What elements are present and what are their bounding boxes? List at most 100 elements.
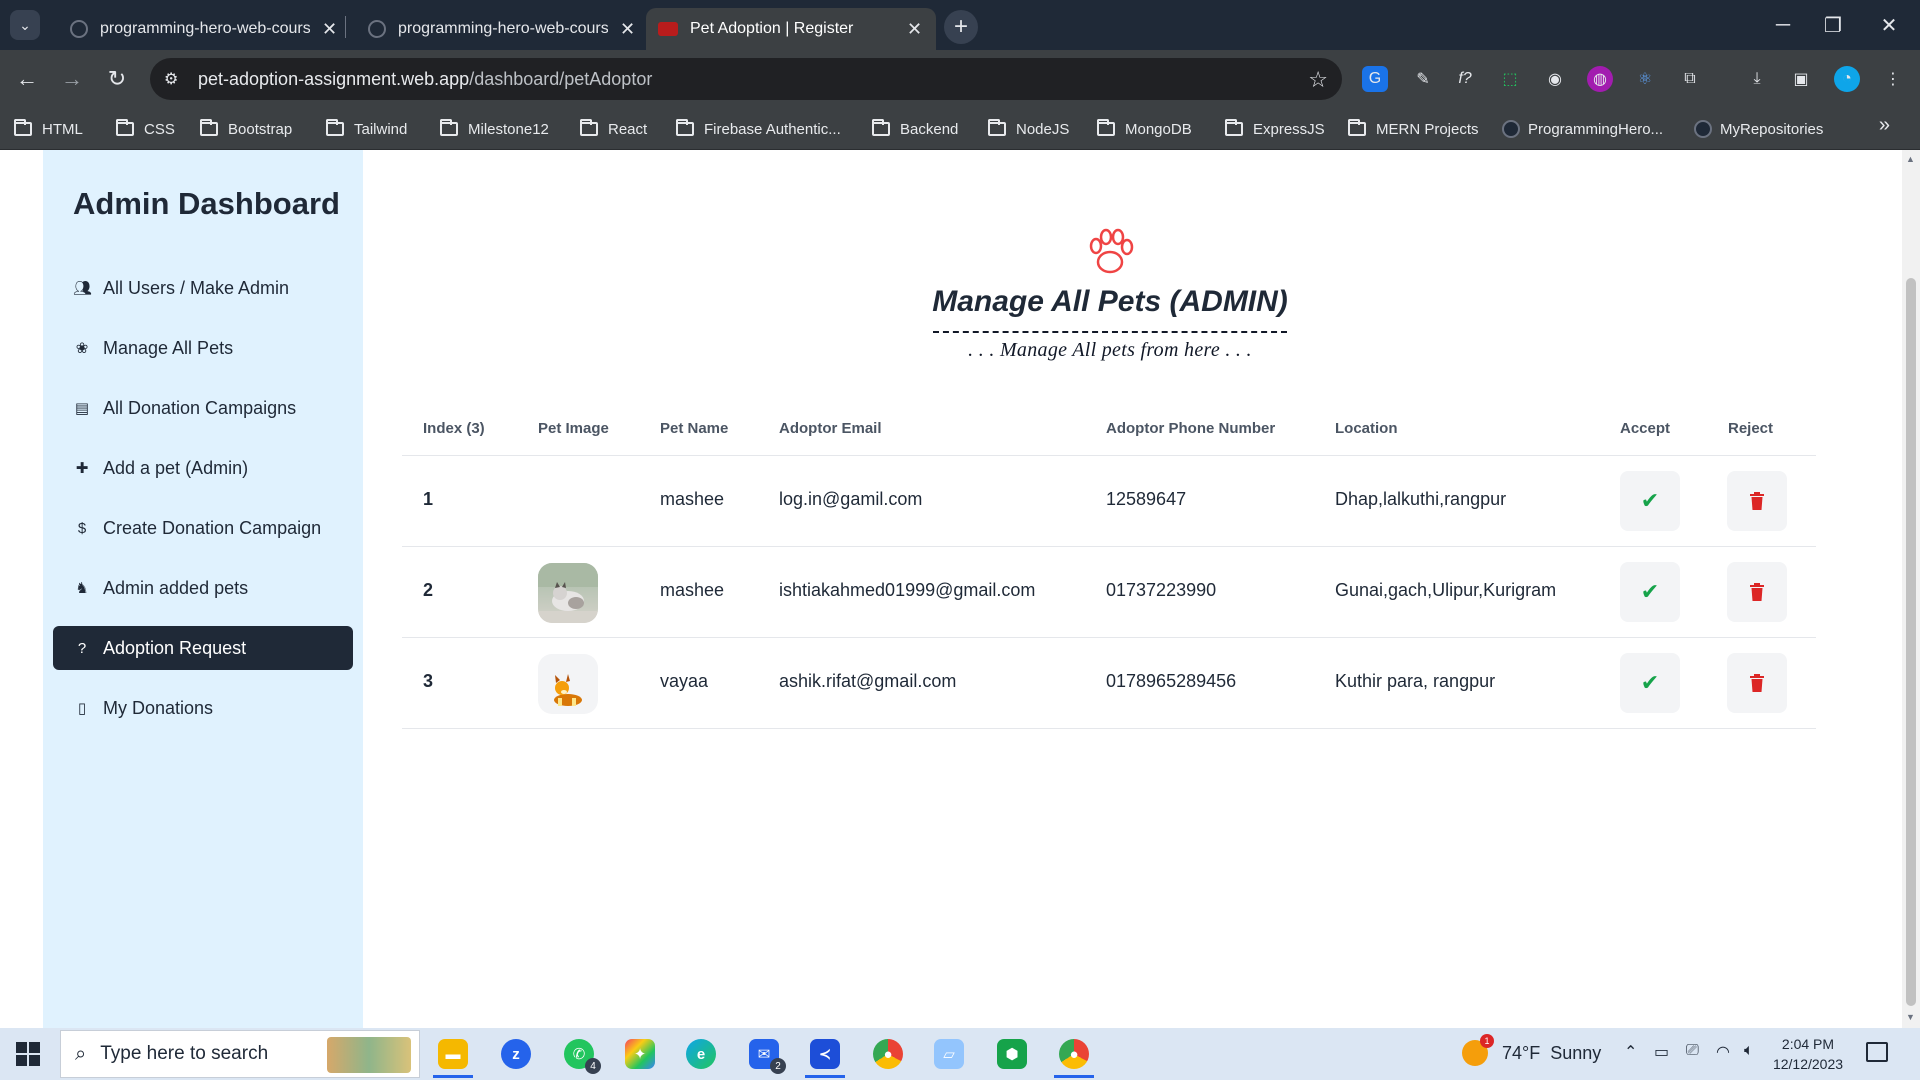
edge-app[interactable]: e <box>677 1032 725 1076</box>
extensions-puzzle-icon[interactable]: ⧉ <box>1677 66 1703 92</box>
reject-button[interactable] <box>1727 653 1787 713</box>
whatsapp-badge: 4 <box>585 1058 601 1074</box>
bookmark-html[interactable]: HTML <box>14 116 83 142</box>
translate-extension-icon[interactable]: G <box>1362 66 1388 92</box>
clock-date: 12/12/2023 <box>1772 1056 1844 1072</box>
bookmark-backend[interactable]: Backend <box>872 116 958 142</box>
volume-icon[interactable]: 🔈︎ <box>1744 1042 1754 1060</box>
close-icon[interactable]: ✕ <box>322 19 337 40</box>
wifi-icon[interactable]: ◠ <box>1716 1042 1730 1062</box>
bookmark-milestone12[interactable]: Milestone12 <box>440 116 549 142</box>
bookmark-react[interactable]: React <box>580 116 647 142</box>
scroll-thumb[interactable] <box>1906 278 1916 1006</box>
github-icon <box>368 20 386 38</box>
pen-extension-icon[interactable]: ✎ <box>1410 66 1436 92</box>
accept-button[interactable]: ✔ <box>1620 562 1680 622</box>
sidebar-item-admin-added-pets[interactable]: ♞ Admin added pets <box>53 566 353 610</box>
bookmark-bootstrap[interactable]: Bootstrap <box>200 116 292 142</box>
more-menu-icon[interactable]: ⋮ <box>1880 66 1906 92</box>
bookmark-mongodb[interactable]: MongoDB <box>1097 116 1192 142</box>
weather-widget[interactable]: 1 74°F Sunny <box>1462 1034 1601 1066</box>
system-clock[interactable]: 2:04 PM 12/12/2023 <box>1768 1034 1848 1074</box>
file-explorer-app[interactable]: ▬ <box>429 1032 477 1078</box>
chevron-up-icon[interactable]: ⌃ <box>1624 1042 1637 1062</box>
whatsapp-app[interactable]: ✆ 4 <box>555 1032 603 1076</box>
sidebar-item-donation-campaigns[interactable]: ▤ All Donation Campaigns <box>53 386 353 430</box>
download-icon[interactable]: ⤓ <box>1744 66 1770 92</box>
bookmark-expressjs[interactable]: ExpressJS <box>1225 116 1325 142</box>
sidebar-item-all-users[interactable]: 👥︎ All Users / Make Admin <box>53 266 353 310</box>
reject-button[interactable] <box>1727 471 1787 531</box>
windows-start-icon[interactable] <box>16 1042 40 1066</box>
tab-search-button[interactable]: ⌄ <box>10 10 40 40</box>
screenshot-extension-icon[interactable]: ⬚ <box>1497 66 1523 92</box>
back-button[interactable]: ← <box>10 62 44 96</box>
bookmark-tailwind[interactable]: Tailwind <box>326 116 407 142</box>
notification-center-icon[interactable] <box>1866 1042 1888 1062</box>
colorful-app[interactable]: ✦ <box>616 1032 664 1076</box>
function-extension-icon[interactable]: f? <box>1452 66 1478 92</box>
folder-icon <box>988 119 1006 136</box>
reload-button[interactable]: ↻ <box>100 62 134 96</box>
bookmark-css[interactable]: CSS <box>116 116 175 142</box>
bookmarks-overflow-icon[interactable]: » <box>1879 114 1890 137</box>
notes-app[interactable]: ▱ <box>925 1032 973 1076</box>
zoom-app[interactable]: z <box>492 1032 540 1076</box>
close-icon[interactable]: ✕ <box>907 19 922 40</box>
sidebar-item-manage-pets[interactable]: ❀ Manage All Pets <box>53 326 353 370</box>
sidebar: Admin Dashboard 👥︎ All Users / Make Admi… <box>43 150 363 1028</box>
bookmark-firebase[interactable]: Firebase Authentic... <box>676 116 841 142</box>
tab-pet-adoption[interactable]: Pet Adoption | Register ✕ <box>646 8 936 50</box>
page-title: Manage All Pets (ADMIN) <box>932 285 1288 318</box>
chrome-profile-app[interactable]: ● <box>1050 1032 1098 1078</box>
new-tab-button[interactable]: + <box>944 10 978 44</box>
zoom-icon: z <box>501 1039 531 1069</box>
vscode-app[interactable]: ≺ <box>801 1032 849 1078</box>
sidebar-item-create-campaign[interactable]: $ Create Donation Campaign <box>53 506 353 550</box>
react-devtools-icon[interactable]: ⚛ <box>1632 66 1658 92</box>
close-icon[interactable]: ✕ <box>620 19 635 40</box>
chrome-app[interactable]: ● <box>864 1032 912 1076</box>
bookmark-mern-projects[interactable]: MERN Projects <box>1348 116 1479 142</box>
site-info-icon[interactable]: ⚙ <box>164 69 190 89</box>
url-text[interactable]: pet-adoption-assignment.web.app/dashboar… <box>198 69 652 90</box>
bookmark-myrepositories[interactable]: MyRepositories <box>1694 116 1823 142</box>
tab-divider <box>345 16 346 38</box>
chrome-icon: ● <box>1059 1039 1089 1069</box>
accept-button[interactable]: ✔ <box>1620 653 1680 713</box>
adoptor-phone: 01737223990 <box>1106 580 1217 600</box>
taskbar-search-box[interactable]: ⌕ Type here to search <box>60 1030 420 1078</box>
mail-app[interactable]: ✉ 2 <box>740 1032 788 1076</box>
camera-extension-icon[interactable]: ◉ <box>1542 66 1568 92</box>
sidebar-item-add-pet[interactable]: ✚ Add a pet (Admin) <box>53 446 353 490</box>
purple-extension-icon[interactable]: ◍ <box>1587 66 1613 92</box>
minimize-button[interactable]: ─ <box>1760 8 1806 42</box>
dog-photo <box>554 674 582 706</box>
github-icon <box>1502 120 1520 138</box>
tab-github-1[interactable]: programming-hero-web-course ✕ <box>58 8 349 50</box>
tab-github-2[interactable]: programming-hero-web-course ✕ <box>356 8 647 50</box>
sidebar-item-my-donations[interactable]: ▯ My Donations <box>53 686 353 730</box>
device-icon[interactable]: ⎚ <box>1686 1042 1699 1060</box>
forward-button[interactable]: → <box>55 62 89 96</box>
pet-image <box>538 654 598 714</box>
scroll-down-arrow-icon[interactable]: ▼ <box>1906 1012 1915 1022</box>
side-panel-icon[interactable]: ▣ <box>1788 66 1814 92</box>
reject-button[interactable] <box>1727 562 1787 622</box>
nodejs-app[interactable]: ⬢ <box>988 1032 1036 1076</box>
restore-button[interactable]: ❐ <box>1810 8 1856 42</box>
page-scrollbar[interactable]: ▲ ▼ <box>1902 150 1920 1028</box>
battery-icon[interactable]: ▭ <box>1654 1042 1669 1062</box>
scroll-up-arrow-icon[interactable]: ▲ <box>1906 154 1915 164</box>
address-bar[interactable]: ⚙ pet-adoption-assignment.web.app/dashbo… <box>150 58 1342 100</box>
table-row: 2 mashee ishtiakahmed01999@gmail.com 017… <box>402 547 1816 638</box>
bookmark-nodejs[interactable]: NodeJS <box>988 116 1069 142</box>
close-window-button[interactable]: ✕ <box>1866 8 1912 42</box>
profile-avatar[interactable]: ◔ <box>1834 66 1860 92</box>
sidebar-item-adoption-request[interactable]: ? Adoption Request <box>53 626 353 670</box>
bookmark-star-icon[interactable]: ☆ <box>1308 67 1328 93</box>
accept-button[interactable]: ✔ <box>1620 471 1680 531</box>
table-row: 3 vayaa ashik.rifat@gmail.com 0178965289… <box>402 638 1816 729</box>
tab-title: programming-hero-web-course <box>100 20 310 37</box>
bookmark-programminghero[interactable]: ProgrammingHero... <box>1502 116 1663 142</box>
